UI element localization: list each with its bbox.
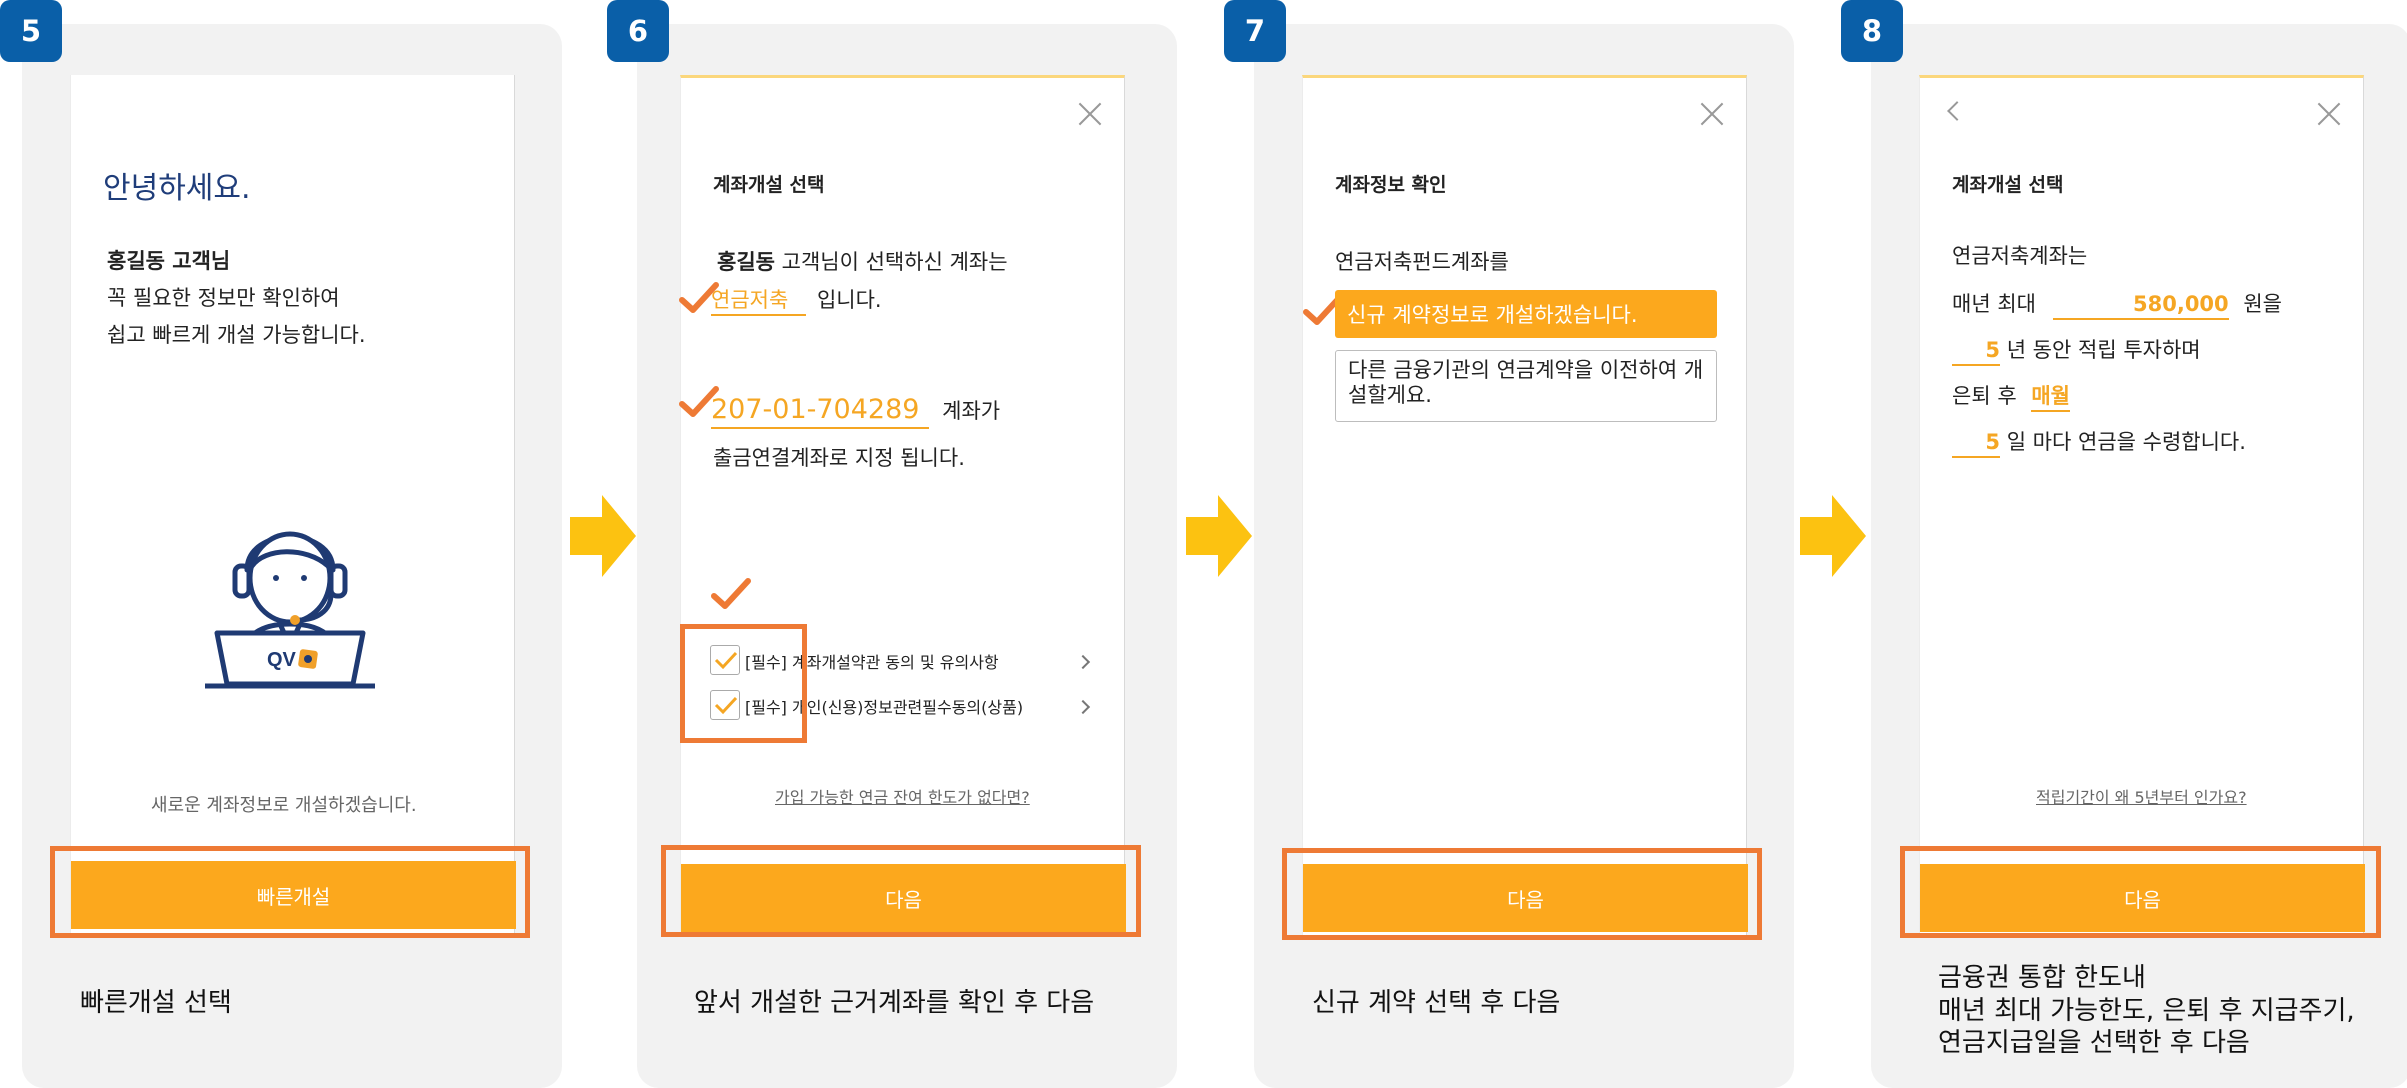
payout-cycle[interactable]: 매월 <box>2031 384 2070 412</box>
chevron-right-icon[interactable] <box>1075 699 1091 715</box>
close-icon[interactable] <box>1700 102 1724 126</box>
intro-line-2: 쉽고 빠르게 개설 가능합니다. <box>107 323 366 347</box>
greeting-title: 안녕하세요. <box>103 171 251 206</box>
highlight-box <box>1282 848 1762 940</box>
phone-screen-account-select: 계좌개설 선택 홍길동 고객님이 선택하신 계좌는 연금저축 입니다. 207-… <box>679 75 1126 935</box>
retirement-line: 은퇴 후 매월 <box>1952 380 2070 412</box>
intro-line-1: 꼭 필요한 정보만 확인하여 <box>107 286 340 310</box>
saving-period-link[interactable]: 적립기간이 왜 5년부터 인가요? <box>2036 784 2247 808</box>
payout-day-line: 5 일 마다 연금을 수령합니다. <box>1952 426 2246 458</box>
highlight-box <box>680 624 807 743</box>
counselor-icon: QV <box>205 531 375 689</box>
arrow-right-icon <box>1186 495 1252 577</box>
qv-logo-text: QV <box>267 649 297 671</box>
highlight-box <box>661 845 1141 937</box>
customer-name: 홍길동 <box>717 250 775 274</box>
annual-max-amount[interactable]: 580,000 <box>2052 292 2229 320</box>
account-number-line: 207-01-704289 계좌가 <box>711 394 1000 429</box>
chevron-right-icon[interactable] <box>1075 654 1091 670</box>
back-icon[interactable] <box>1947 101 1967 121</box>
check-icon <box>711 578 751 609</box>
selected-account-line: 홍길동 고객님이 선택하신 계좌는 <box>717 250 1008 274</box>
close-icon[interactable] <box>1078 102 1102 126</box>
phone-screen-quick-open: 안녕하세요. 홍길동 고객님 꼭 필요한 정보만 확인하여 쉽고 빠르게 개설 … <box>70 75 516 935</box>
highlight-box <box>50 846 530 938</box>
option-transfer-contract[interactable]: 다른 금융기관의 연금계약을 이전하여 개설할게요. <box>1335 350 1717 422</box>
caption-step-5: 빠른개설 선택 <box>80 988 232 1018</box>
option-new-contract[interactable]: 신규 계약정보로 개설하겠습니다. <box>1335 290 1717 338</box>
account-type: 연금저축 <box>711 288 807 316</box>
new-account-text: 새로운 계좌정보로 개설하겠습니다. <box>151 795 417 816</box>
close-icon[interactable] <box>2317 102 2341 126</box>
account-type-line: 연금저축 입니다. <box>711 284 882 316</box>
step-badge: 8 <box>1841 0 1903 62</box>
customer-name: 홍길동 고객님 <box>107 249 231 273</box>
screen-heading: 계좌정보 확인 <box>1335 174 1447 196</box>
screen-heading: 계좌개설 선택 <box>713 174 825 196</box>
step-badge: 6 <box>607 0 669 62</box>
phone-screen-contract-setup: 계좌개설 선택 연금저축계좌는 매년 최대 580,000 원을 5 년 동안 … <box>1919 75 2365 935</box>
saving-years[interactable]: 5 <box>1952 338 2000 366</box>
years-line: 5 년 동안 적립 투자하며 <box>1952 334 2201 366</box>
annual-max-line: 매년 최대 580,000 원을 <box>1952 288 2282 320</box>
arrow-right-icon <box>570 495 636 577</box>
account-number: 207-01-704289 <box>711 394 930 429</box>
withdraw-account-text: 출금연결계좌로 지정 됩니다. <box>713 446 965 470</box>
caption-step-8: 금융권 통합 한도내 매년 최대 가능한도, 은퇴 후 지급주기, 연금지급일을… <box>1938 963 2355 1058</box>
step-badge: 5 <box>0 0 62 62</box>
remaining-limit-link[interactable]: 가입 가능한 연금 잔여 한도가 없다면? <box>775 784 1030 808</box>
phone-screen-account-confirm: 계좌정보 확인 연금저축펀드계좌를 신규 계약정보로 개설하겠습니다. 다른 금… <box>1302 75 1748 935</box>
highlight-box <box>1900 846 2381 938</box>
screen-heading: 계좌개설 선택 <box>1952 174 2064 196</box>
caption-step-7: 신규 계약 선택 후 다음 <box>1312 988 1561 1018</box>
step-badge: 7 <box>1224 0 1286 62</box>
pension-account-text: 연금저축계좌는 <box>1952 244 2088 268</box>
caption-step-6: 앞서 개설한 근거계좌를 확인 후 다음 <box>694 988 1095 1018</box>
fund-account-text: 연금저축펀드계좌를 <box>1335 250 1509 274</box>
arrow-right-icon <box>1800 495 1866 577</box>
payout-day[interactable]: 5 <box>1952 430 2000 458</box>
